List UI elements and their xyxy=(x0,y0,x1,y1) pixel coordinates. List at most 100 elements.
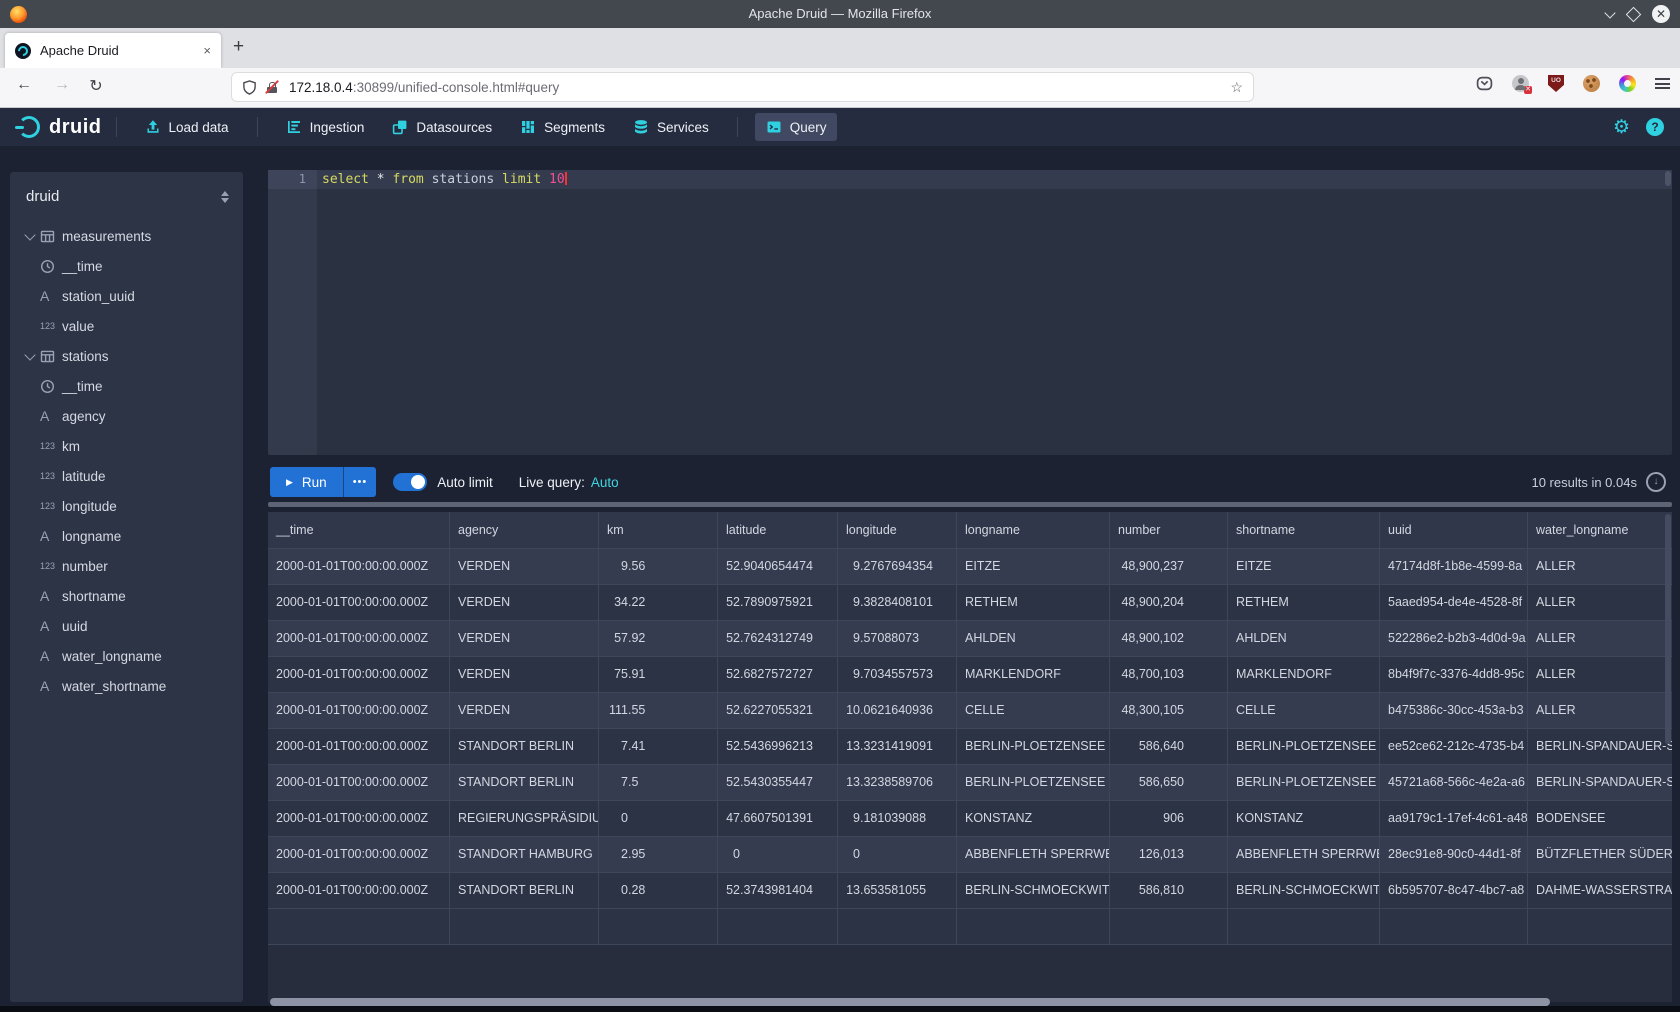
window-maximize-icon[interactable] xyxy=(1626,6,1642,22)
table-cell[interactable]: 28ec91e8-90c0-44d1-8f xyxy=(1380,837,1528,873)
table-cell[interactable]: VERDEN xyxy=(450,621,599,657)
table-cell[interactable]: 2000-01-01T00:00:00.000Z xyxy=(268,621,450,657)
table-cell[interactable]: REGIERUNGSPRÄSIDIUM xyxy=(450,801,599,837)
back-button[interactable]: ← xyxy=(12,76,36,94)
table-cell[interactable]: 6b595707-8c47-4bc7-a8 xyxy=(1380,873,1528,909)
table-cell[interactable]: AHLDEN xyxy=(1228,621,1380,657)
table-cell[interactable]: ALLER xyxy=(1528,549,1672,585)
table-cell[interactable]: BERLIN-PLOETZENSEE C xyxy=(1228,729,1380,765)
table-cell[interactable]: 0 xyxy=(838,837,957,873)
table-cell[interactable]: VERDEN xyxy=(450,657,599,693)
splitter-handle[interactable] xyxy=(268,502,1672,507)
sidebar-item-km[interactable]: 123km xyxy=(10,431,243,461)
forward-button[interactable]: → xyxy=(50,76,74,94)
table-cell[interactable]: 52.5430355447 xyxy=(718,765,838,801)
run-more-button[interactable]: ••• xyxy=(343,467,377,497)
table-cell[interactable]: BERLIN-PLOETZENSEE U xyxy=(1228,765,1380,801)
column-header-water-longname[interactable]: water_longname xyxy=(1528,512,1672,549)
table-cell[interactable]: 2000-01-01T00:00:00.000Z xyxy=(268,729,450,765)
table-cell[interactable]: 586,640 xyxy=(1110,729,1228,765)
table-cell[interactable]: 2000-01-01T00:00:00.000Z xyxy=(268,549,450,585)
table-cell[interactable]: 52.7624312749 xyxy=(718,621,838,657)
sidebar-item-measurements[interactable]: measurements xyxy=(10,221,243,251)
table-cell[interactable]: 2000-01-01T00:00:00.000Z xyxy=(268,801,450,837)
table-cell[interactable]: BERLIN-PLOETZENSEE U xyxy=(957,765,1110,801)
table-cell[interactable]: 48,700,103 xyxy=(1110,657,1228,693)
menu-icon[interactable] xyxy=(1655,78,1670,91)
table-cell[interactable]: 52.9040654474 xyxy=(718,549,838,585)
column-header-longitude[interactable]: longitude xyxy=(838,512,957,549)
sidebar-item---time[interactable]: __time xyxy=(10,251,243,281)
address-bar[interactable]: 172.18.0.4:30899/unified-console.html#qu… xyxy=(232,73,1253,101)
table-cell[interactable]: 45721a68-566c-4e2a-a6 xyxy=(1380,765,1528,801)
sidebar-item-longitude[interactable]: 123longitude xyxy=(10,491,243,521)
table-cell[interactable]: BERLIN-SCHMOECKWITZ xyxy=(1228,873,1380,909)
table-cell[interactable]: 57.92 xyxy=(599,621,718,657)
table-horizontal-scrollbar[interactable] xyxy=(270,998,1550,1006)
auto-limit-toggle[interactable] xyxy=(393,473,427,491)
table-cell[interactable]: 9.56 xyxy=(599,549,718,585)
table-cell[interactable]: 13.3231419091 xyxy=(838,729,957,765)
help-icon[interactable]: ? xyxy=(1646,118,1664,136)
table-cell[interactable]: 52.6827572727 xyxy=(718,657,838,693)
sidebar-item-agency[interactable]: Aagency xyxy=(10,401,243,431)
table-cell[interactable]: 52.3743981404 xyxy=(718,873,838,909)
sidebar-item-water-shortname[interactable]: Awater_shortname xyxy=(10,671,243,701)
table-cell[interactable]: RETHEM xyxy=(1228,585,1380,621)
sidebar-item-longname[interactable]: Alongname xyxy=(10,521,243,551)
nav-item-query[interactable]: Query xyxy=(755,113,838,141)
double-caret-sort-icon[interactable] xyxy=(221,191,229,203)
table-cell[interactable]: EITZE xyxy=(1228,549,1380,585)
table-cell[interactable]: 48,900,204 xyxy=(1110,585,1228,621)
table-cell[interactable]: 47.6607501391 xyxy=(718,801,838,837)
nav-item-datasources[interactable]: Datasources xyxy=(381,113,503,141)
table-cell[interactable]: 7.5 xyxy=(599,765,718,801)
table-cell[interactable]: STANDORT BERLIN xyxy=(450,729,599,765)
table-cell[interactable]: 75.91 xyxy=(599,657,718,693)
sidebar-item---time[interactable]: __time xyxy=(10,371,243,401)
ublock-shield-icon[interactable]: UO xyxy=(1548,75,1564,92)
table-cell[interactable]: STANDORT HAMBURG xyxy=(450,837,599,873)
bookmark-star-icon[interactable]: ☆ xyxy=(1230,79,1243,96)
table-vertical-scrollbar[interactable] xyxy=(1665,514,1671,744)
column-header-number[interactable]: number xyxy=(1110,512,1228,549)
table-cell[interactable]: 0 xyxy=(599,801,718,837)
table-cell[interactable]: CELLE xyxy=(957,693,1110,729)
table-cell[interactable]: 47174d8f-1b8e-4599-8a xyxy=(1380,549,1528,585)
table-cell[interactable]: 34.22 xyxy=(599,585,718,621)
nav-item-segments[interactable]: Segments xyxy=(509,113,616,141)
table-cell[interactable]: KONSTANZ xyxy=(1228,801,1380,837)
table-cell[interactable]: 0.28 xyxy=(599,873,718,909)
table-cell[interactable]: VERDEN xyxy=(450,549,599,585)
table-cell[interactable]: 48,300,105 xyxy=(1110,693,1228,729)
settings-gear-icon[interactable]: ⚙ xyxy=(1613,118,1630,137)
sidebar-item-uuid[interactable]: Auuid xyxy=(10,611,243,641)
table-cell[interactable]: 2000-01-01T00:00:00.000Z xyxy=(268,837,450,873)
reload-button[interactable]: ↻ xyxy=(84,76,108,96)
live-query-value[interactable]: Auto xyxy=(591,475,619,490)
cookie-extension-icon[interactable] xyxy=(1583,75,1600,92)
table-cell[interactable]: AHLDEN xyxy=(957,621,1110,657)
sidebar-item-station-uuid[interactable]: Astation_uuid xyxy=(10,281,243,311)
table-cell[interactable]: 9.7034557573 xyxy=(838,657,957,693)
table-cell[interactable]: 52.7890975921 xyxy=(718,585,838,621)
table-cell[interactable]: 111.55 xyxy=(599,693,718,729)
column-header-longname[interactable]: longname xyxy=(957,512,1110,549)
table-cell[interactable]: 2000-01-01T00:00:00.000Z xyxy=(268,693,450,729)
table-cell[interactable]: 2000-01-01T00:00:00.000Z xyxy=(268,657,450,693)
table-cell[interactable]: MARKLENDORF xyxy=(1228,657,1380,693)
query-editor[interactable]: 1 select * from stations limit 10 xyxy=(268,170,1672,455)
table-cell[interactable]: b475386c-30cc-453a-b3 xyxy=(1380,693,1528,729)
table-cell[interactable]: BERLIN-PLOETZENSEE C xyxy=(957,729,1110,765)
table-cell[interactable]: 2000-01-01T00:00:00.000Z xyxy=(268,765,450,801)
download-icon[interactable]: ↓ xyxy=(1646,472,1666,492)
table-cell[interactable]: 586,650 xyxy=(1110,765,1228,801)
table-cell[interactable]: 9.3828408101 xyxy=(838,585,957,621)
table-cell[interactable]: ALLER xyxy=(1528,585,1672,621)
table-cell[interactable]: 10.0621640936 xyxy=(838,693,957,729)
run-button[interactable]: ▶ Run xyxy=(270,467,343,497)
table-cell[interactable]: ABBENFLETH SPERRWEI xyxy=(1228,837,1380,873)
table-cell[interactable]: 8b4f9f7c-3376-4dd8-95c xyxy=(1380,657,1528,693)
nav-item-services[interactable]: Services xyxy=(622,113,720,141)
column-header-agency[interactable]: agency xyxy=(450,512,599,549)
